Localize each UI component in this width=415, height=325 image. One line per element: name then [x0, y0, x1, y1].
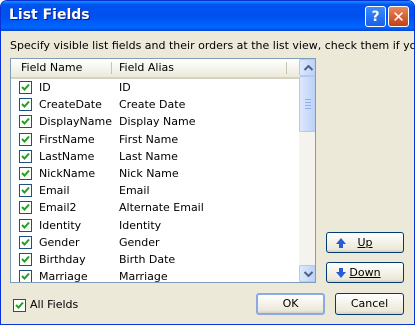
checkmark-icon	[21, 101, 30, 109]
field-alias: Birth Date	[119, 252, 176, 266]
list-fields-dialog: List Fields ? ✕ Specify visible list fie…	[0, 0, 415, 325]
field-name: CreateDate	[39, 98, 102, 112]
scroll-up-button[interactable]	[299, 59, 315, 76]
grip-line	[305, 99, 311, 100]
list-item[interactable]: Gender Gender	[11, 234, 299, 251]
field-alias: First Name	[119, 132, 179, 146]
scroll-thumb[interactable]	[299, 76, 315, 132]
field-alias: Last Name	[119, 149, 178, 163]
field-alias: Identity	[119, 218, 162, 232]
field-alias: Email	[119, 184, 150, 198]
checkmark-icon	[21, 255, 30, 263]
field-alias: ID	[119, 81, 131, 94]
list-item[interactable]: Identity Identity	[11, 217, 299, 234]
list-item[interactable]: DisplayName Display Name	[11, 113, 299, 130]
all-fields-label[interactable]: All Fields	[30, 298, 78, 311]
list-item[interactable]: Marriage Marriage	[11, 268, 299, 283]
vertical-scrollbar[interactable]	[299, 59, 315, 282]
cancel-button[interactable]: Cancel	[335, 293, 404, 315]
field-name: LastName	[39, 149, 95, 163]
checkmark-icon	[21, 221, 30, 229]
field-alias: Alternate Email	[119, 201, 204, 215]
checkmark-icon	[21, 169, 30, 177]
row-checkbox[interactable]	[19, 252, 32, 266]
list-item[interactable]: Email Email	[11, 182, 299, 199]
help-button[interactable]: ?	[365, 6, 386, 27]
list-item[interactable]: ID ID	[11, 79, 299, 96]
field-name: Identity	[39, 218, 82, 232]
checkmark-icon	[21, 272, 30, 281]
checkmark-icon	[21, 238, 30, 246]
dialog-title: List Fields	[9, 7, 90, 23]
instruction-text: Specify visible list fields and their or…	[10, 39, 415, 52]
field-name: ID	[39, 81, 51, 94]
field-name: Email2	[39, 201, 77, 215]
scroll-down-button[interactable]	[299, 265, 315, 282]
list-item[interactable]: FirstName First Name	[11, 131, 299, 148]
row-checkbox[interactable]	[19, 98, 32, 112]
up-button-label: Up	[357, 236, 373, 249]
row-checkbox[interactable]	[19, 218, 32, 232]
fields-list[interactable]: Field Name Field Alias ID ID CreateDate Cre…	[10, 58, 316, 283]
field-name: FirstName	[39, 132, 95, 146]
row-checkbox[interactable]	[19, 201, 32, 215]
list-header: Field Name Field Alias	[11, 59, 299, 79]
field-name: Marriage	[39, 270, 88, 283]
field-name: Email	[39, 184, 70, 198]
field-alias: Create Date	[119, 98, 186, 112]
row-checkbox[interactable]	[19, 149, 32, 163]
field-alias: Marriage	[119, 270, 168, 283]
up-button[interactable]: Up	[326, 232, 404, 253]
row-checkbox[interactable]	[19, 184, 32, 198]
field-name: Gender	[39, 235, 80, 249]
field-name: Birthday	[39, 252, 86, 266]
column-header-field-alias[interactable]: Field Alias	[119, 59, 174, 77]
field-alias: Display Name	[119, 115, 196, 129]
list-item[interactable]: Birthday Birth Date	[11, 251, 299, 268]
checkmark-icon	[21, 118, 30, 126]
title-bar[interactable]: List Fields ? ✕	[1, 1, 414, 31]
checkmark-icon	[21, 152, 30, 160]
list-item[interactable]: LastName Last Name	[11, 148, 299, 165]
checkmark-icon	[21, 83, 30, 91]
down-button[interactable]: Down	[326, 262, 404, 283]
all-fields-checkbox[interactable]	[13, 299, 26, 312]
down-button-label: Down	[349, 266, 381, 279]
close-button[interactable]: ✕	[388, 6, 409, 27]
chevron-up-icon	[304, 65, 313, 71]
column-header-field-name[interactable]: Field Name	[21, 59, 82, 77]
list-item[interactable]: NickName Nick Name	[11, 165, 299, 182]
checkmark-icon	[21, 186, 30, 195]
checkmark-icon	[15, 301, 24, 309]
row-checkbox[interactable]	[19, 115, 32, 129]
row-checkbox[interactable]	[19, 270, 32, 282]
checkmark-icon	[21, 204, 30, 212]
field-alias: Gender	[119, 235, 160, 249]
list-item[interactable]: Email2 Alternate Email	[11, 199, 299, 216]
column-separator[interactable]	[286, 62, 287, 74]
grip-line	[305, 108, 311, 109]
checkmark-icon	[21, 135, 30, 143]
ok-button[interactable]: OK	[256, 293, 325, 315]
row-checkbox[interactable]	[19, 166, 32, 180]
field-alias: Nick Name	[119, 166, 179, 180]
list-rows: ID ID CreateDate Create Date DisplayName Disp…	[11, 79, 299, 283]
field-name: DisplayName	[39, 115, 112, 129]
field-name: NickName	[39, 166, 96, 180]
row-checkbox[interactable]	[19, 132, 32, 146]
column-separator[interactable]	[111, 62, 112, 74]
list-item[interactable]: CreateDate Create Date	[11, 96, 299, 113]
chevron-down-icon	[304, 271, 313, 277]
grip-line	[305, 102, 311, 103]
grip-line	[305, 105, 311, 106]
row-checkbox[interactable]	[19, 235, 32, 249]
row-checkbox[interactable]	[19, 81, 32, 94]
